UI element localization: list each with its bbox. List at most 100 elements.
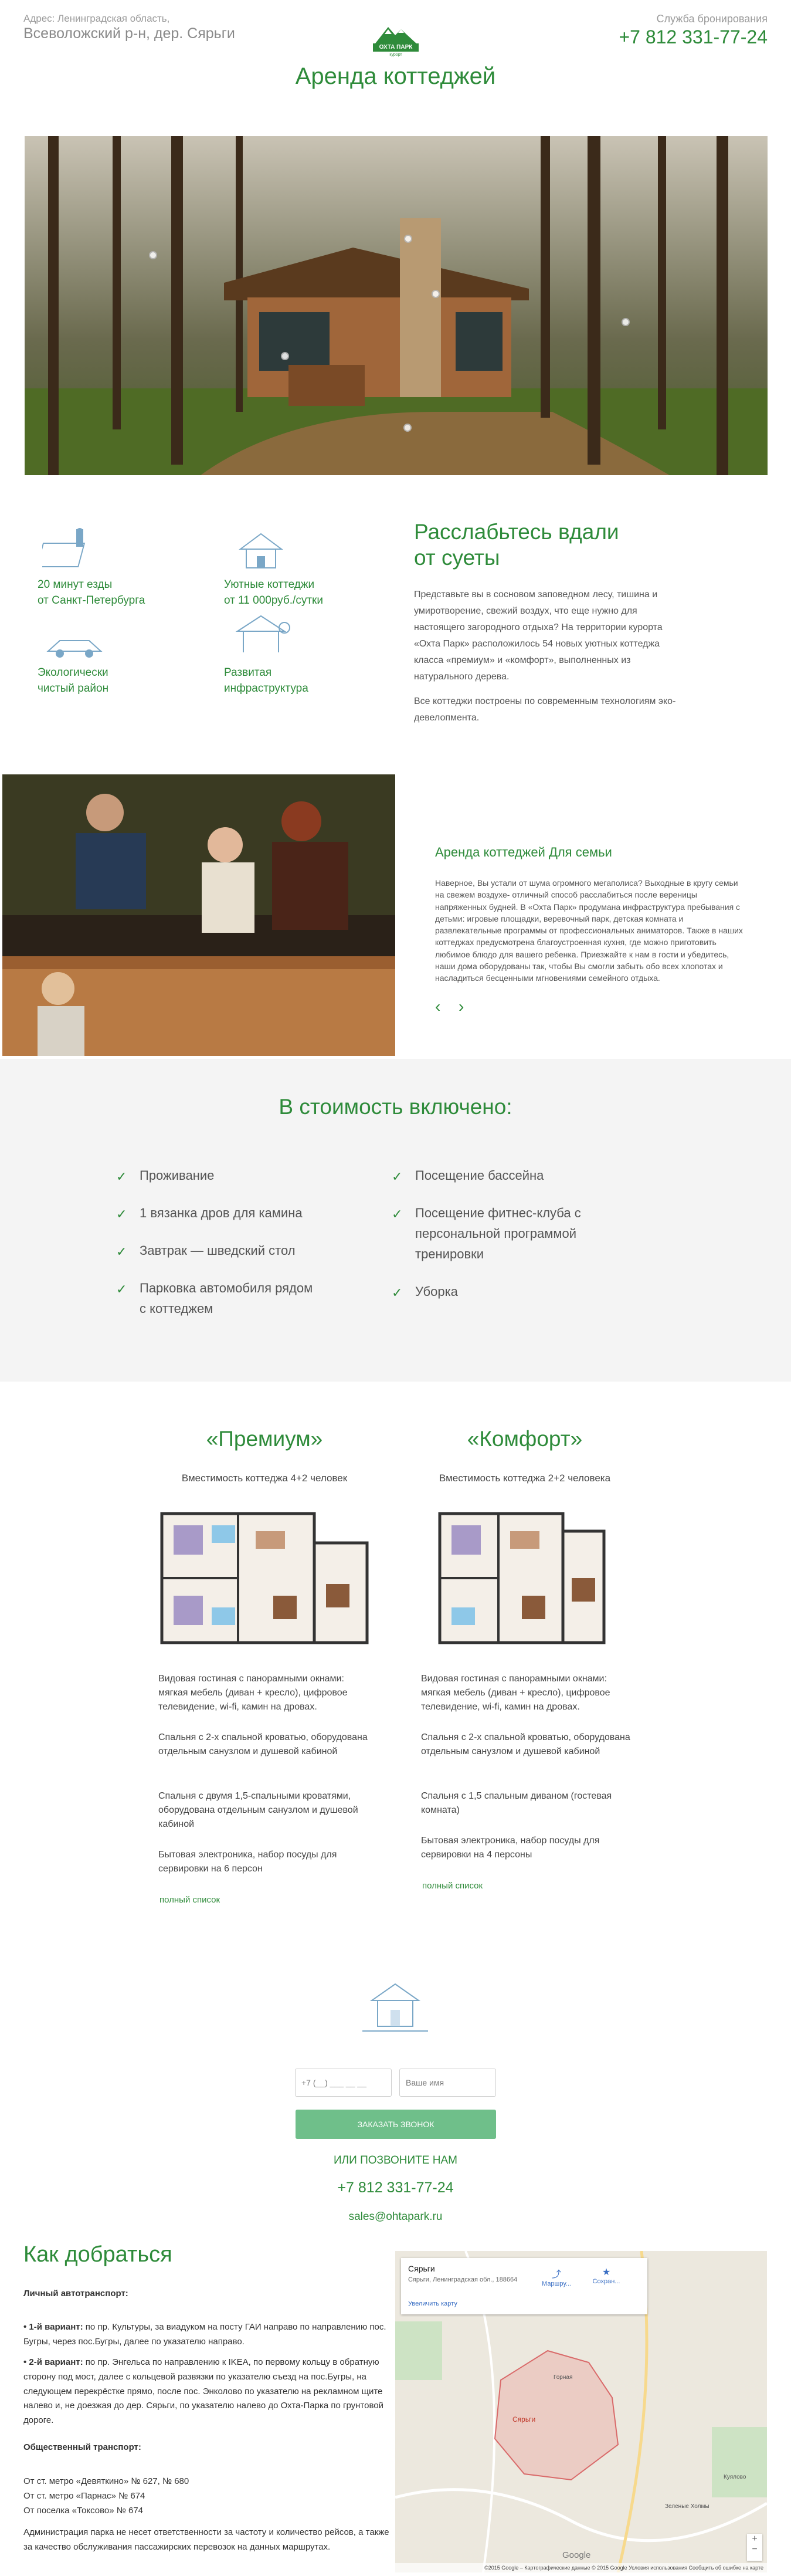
- or-call-label: ИЛИ ПОЗВОНИТЕ НАМ: [334, 2154, 457, 2167]
- hero-image: [25, 136, 768, 475]
- google-logo: Google: [562, 2550, 591, 2560]
- logo-subtext: курорт: [389, 53, 402, 57]
- public-line: От ст. метро «Парнас» № 674: [23, 2491, 145, 2501]
- feature-distance: 20 минут езды от Санкт-Петербурга: [38, 578, 145, 607]
- booking-label: Служба бронирования: [656, 13, 768, 25]
- feature-ecology: Экологически чистый район: [38, 666, 109, 695]
- comfort-floor-plan: [434, 1508, 651, 1660]
- cottage-forest-photo: [25, 136, 768, 475]
- hotspot-dot[interactable]: [403, 424, 412, 432]
- map-road-label: Горная: [554, 2374, 573, 2381]
- route-variant-1: • 1-й вариант: по пр. Культуры, за виаду…: [23, 2322, 386, 2347]
- zoom-in-button[interactable]: +: [747, 2534, 762, 2544]
- cottage-icon: [229, 526, 293, 573]
- included-item: ✓ Посещение фитнес-клуба с персональной п…: [392, 1203, 581, 1265]
- comfort-full-list-link[interactable]: полный список: [422, 1881, 483, 1891]
- gazebo-icon: [229, 610, 293, 657]
- address-block: Адрес: Ленинградская область, Всеволожск…: [23, 13, 235, 42]
- logo[interactable]: ОХТА ПАРК курорт: [365, 21, 426, 57]
- map-hills-label: Зеленые Холмы: [665, 2503, 709, 2510]
- map-info-card: Сярьги Сярьги, Ленинградская обл., 18866…: [401, 2258, 647, 2314]
- map-place-name: Сярьги: [408, 2264, 435, 2273]
- comfort-capacity: Вместимость коттеджа 2+2 человека: [439, 1473, 611, 1484]
- feature-cottages: Уютные коттеджи от 11 000руб./сутки: [224, 578, 323, 607]
- phone-cottage-icon: [360, 1977, 430, 2036]
- comfort-feature: Спальня с 1,5 спальным диваном (гостевая…: [421, 1791, 612, 1815]
- premium-feature: Видовая гостиная с панорамными окнами: м…: [158, 1674, 348, 1712]
- comfort-feature: Спальня с 2-х спальной кроватью, оборудо…: [421, 1732, 630, 1756]
- logo-mountains-icon: [373, 27, 419, 52]
- order-call-button[interactable]: ЗАКАЗАТЬ ЗВОНОК: [296, 2110, 496, 2139]
- premium-title: «Премиум»: [206, 1427, 323, 1451]
- included-item: ✓ Завтрак — шведский стол: [116, 1240, 296, 1261]
- relax-paragraph-2: Все коттеджи построены по современным те…: [414, 696, 676, 723]
- included-item: ✓ Посещение бассейна: [392, 1165, 544, 1186]
- header-phone-link[interactable]: +7 812 331-77-24: [619, 26, 768, 48]
- checkmark-icon: ✓: [116, 1169, 127, 1184]
- public-line: От ст. метро «Девяткино» № 627, № 680: [23, 2476, 189, 2486]
- relax-title: Расслабьтесь вдали от суеты: [414, 520, 619, 570]
- premium-feature: Бытовая электроника, набор посуды для се…: [158, 1850, 337, 1874]
- premium-full-list-link[interactable]: полный список: [159, 1895, 220, 1905]
- checkmark-icon: ✓: [116, 1244, 127, 1259]
- family-title: Аренда коттеджей Для семьи: [435, 845, 612, 859]
- directions-button[interactable]: ⤴ Маршру...: [536, 2266, 577, 2287]
- transport-note: Администрация парка не несет ответственн…: [23, 2527, 389, 2552]
- checkmark-icon: ✓: [392, 1207, 403, 1221]
- map-pin-icon: [36, 526, 107, 573]
- relax-paragraph-1: Представьте вы в сосновом заповедном лес…: [414, 590, 663, 682]
- map-kuyaly-label: Куялово: [724, 2474, 746, 2480]
- hotspot-dot[interactable]: [281, 352, 289, 360]
- slider-next-button[interactable]: ›: [459, 997, 464, 1016]
- included-title: В стоимость включено:: [279, 1095, 512, 1119]
- page-title: Аренда коттеджей: [295, 63, 496, 89]
- included-item: ✓ 1 вязанка дров для камина: [116, 1203, 303, 1223]
- comfort-title: «Комфорт»: [467, 1427, 583, 1451]
- car-icon: [42, 622, 107, 669]
- map-widget[interactable]: Сярьги Сярьги, Ленинградская обл., 18866…: [395, 2251, 767, 2572]
- public-line: От поселка «Токсово» № 674: [23, 2506, 144, 2516]
- hotspot-dot[interactable]: [622, 318, 630, 326]
- address-line-1: Адрес: Ленинградская область,: [23, 13, 170, 24]
- logo-text: ОХТА ПАРК: [379, 44, 413, 50]
- hotspot-dot[interactable]: [149, 251, 157, 259]
- premium-feature: Спальня с двумя 1,5-спальными кроватями,…: [158, 1791, 358, 1829]
- premium-capacity: Вместимость коттеджа 4+2 человек: [181, 1473, 348, 1484]
- family-text: Наверное, Вы устали от шума огромного ме…: [435, 878, 743, 983]
- star-icon: ★: [602, 2267, 611, 2277]
- phone-input[interactable]: [295, 2069, 392, 2097]
- route-variant-2: • 2-й вариант: по пр. Энгельса по направ…: [23, 2357, 383, 2425]
- checkmark-icon: ✓: [392, 1285, 403, 1300]
- slider-prev-button[interactable]: ‹: [435, 997, 440, 1016]
- comfort-feature: Бытовая электроника, набор посуды для се…: [421, 1836, 600, 1860]
- directions-title: Как добраться: [23, 2242, 172, 2267]
- checkmark-icon: ✓: [116, 1207, 127, 1221]
- car-heading: Личный автотранспорт:: [23, 2289, 128, 2299]
- booking-block: Служба бронирования +7 812 331-77-24: [619, 13, 768, 48]
- route-icon: ⤴: [551, 2270, 561, 2280]
- included-item: ✓ Уборка: [392, 1281, 458, 1302]
- email-link[interactable]: sales@ohtapark.ru: [0, 2211, 791, 2223]
- checkmark-icon: ✓: [116, 1282, 127, 1297]
- included-item: ✓ Парковка автомобиля рядом с коттеджем: [116, 1278, 313, 1319]
- map-place-address: Сярьги, Ленинградская обл., 188664: [408, 2276, 518, 2283]
- family-photo: [2, 774, 395, 1056]
- feature-infrastructure: Развитая инфраструктура: [224, 666, 308, 695]
- checkmark-icon: ✓: [392, 1169, 403, 1184]
- public-transport-heading: Общественный транспорт:: [23, 2442, 141, 2452]
- premium-floor-plan: [156, 1508, 373, 1660]
- premium-feature: Спальня с 2-х спальной кроватью, оборудо…: [158, 1732, 368, 1756]
- name-input[interactable]: [399, 2069, 496, 2097]
- save-button[interactable]: ★ Сохран...: [586, 2266, 627, 2285]
- zoom-out-button[interactable]: −: [747, 2544, 762, 2555]
- callback-phone-link[interactable]: +7 812 331-77-24: [0, 2179, 791, 2196]
- comfort-feature: Видовая гостиная с панорамными окнами: м…: [421, 1674, 610, 1712]
- map-village-label: Сярьги: [512, 2415, 536, 2423]
- included-item: ✓ Проживание: [116, 1165, 214, 1186]
- zoom-control[interactable]: + −: [747, 2534, 762, 2561]
- address-line-2: Всеволожский р-н, дер. Сярьги: [23, 25, 235, 42]
- hotspot-dot[interactable]: [432, 290, 440, 298]
- enlarge-map-link[interactable]: Увеличить карту: [408, 2300, 457, 2307]
- hotspot-dot[interactable]: [404, 235, 412, 243]
- map-footer: ©2015 Google – Картографические данные ©…: [395, 2563, 767, 2572]
